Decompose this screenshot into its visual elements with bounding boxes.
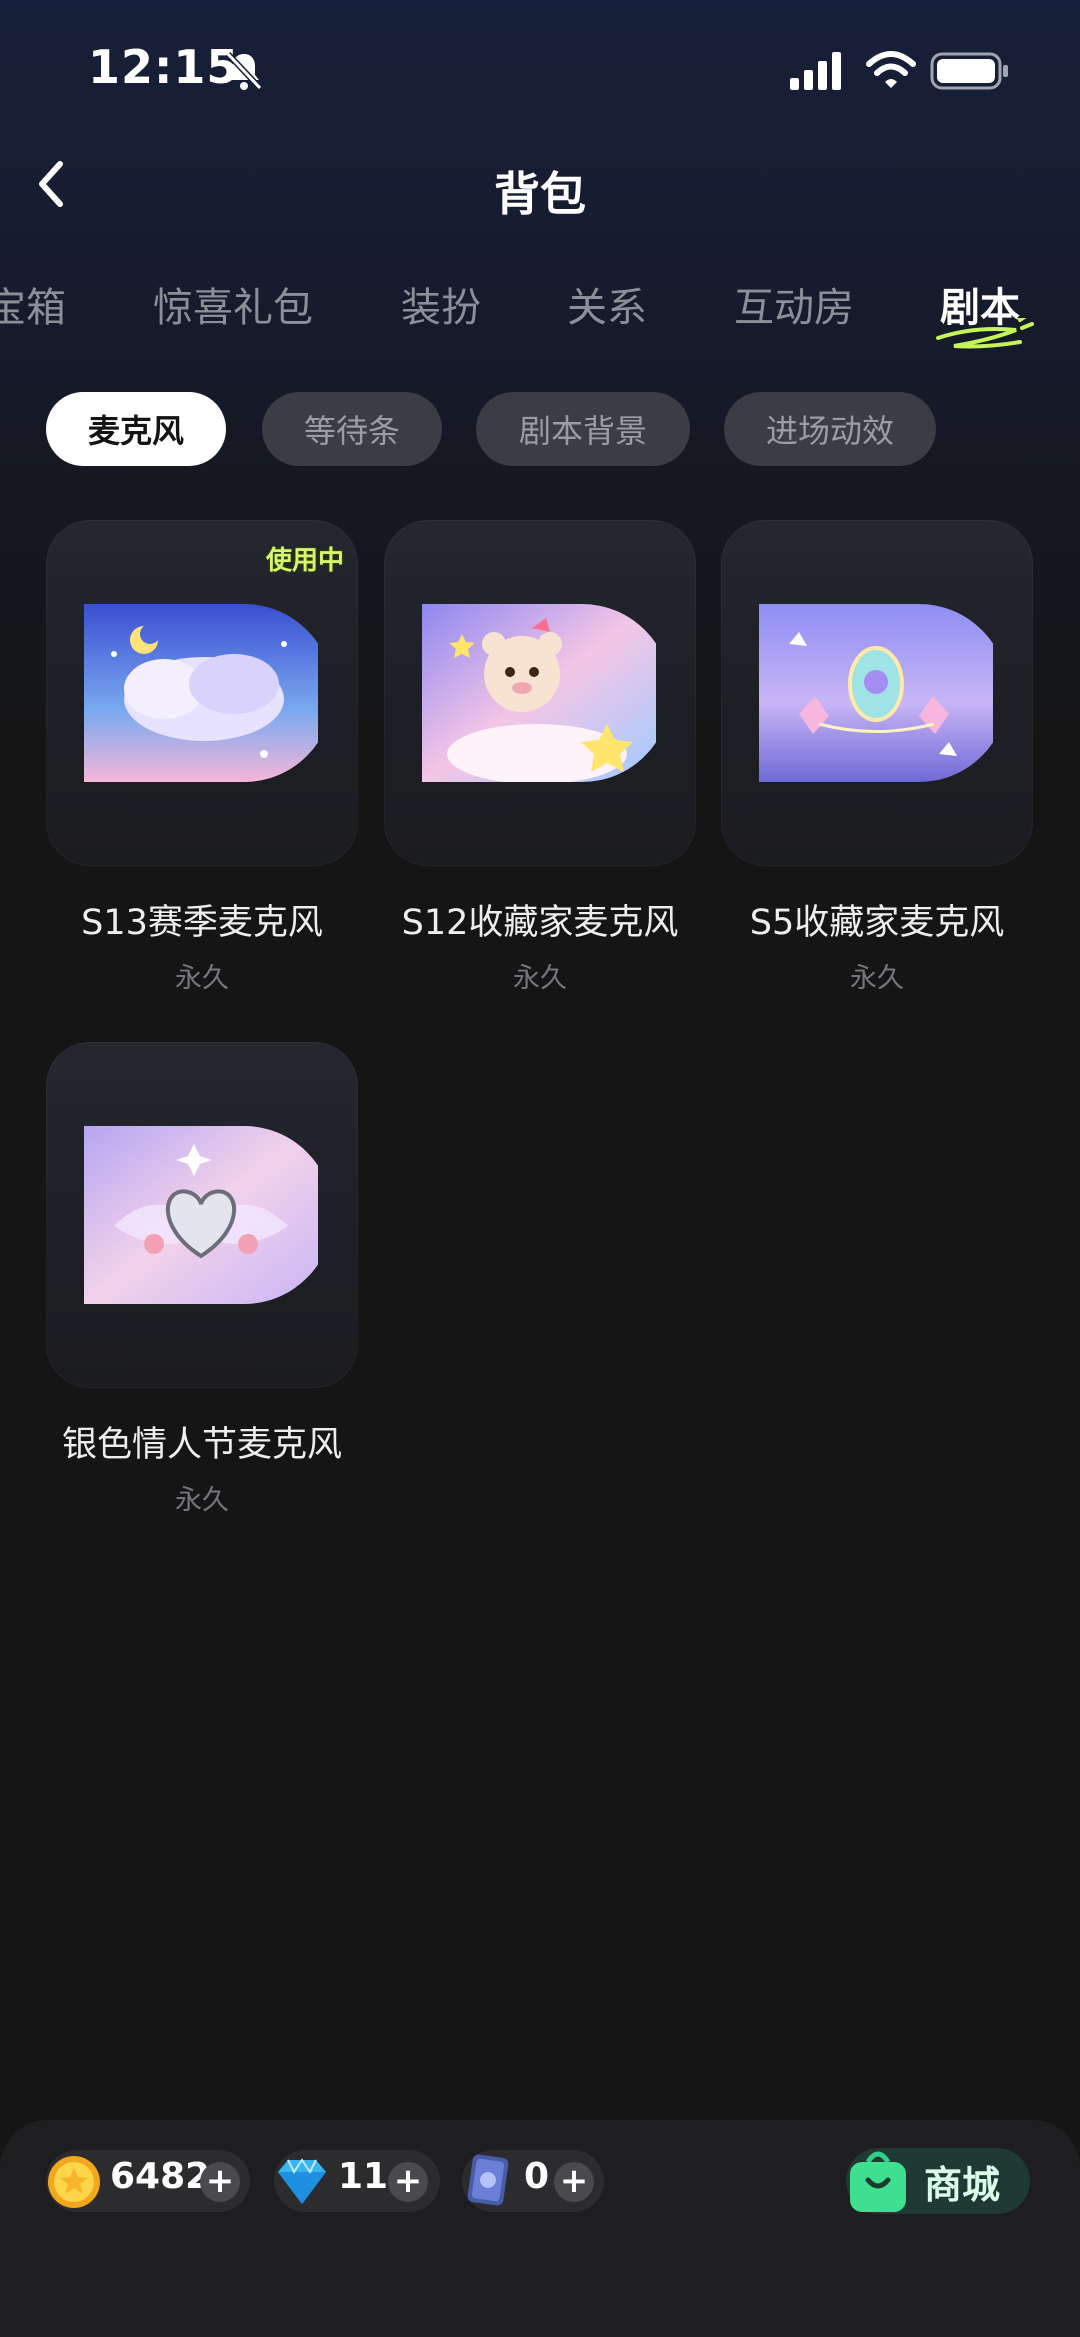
mic-skin-silver-heart-image bbox=[84, 1126, 318, 1304]
item-duration: 永久 bbox=[513, 963, 567, 994]
item-duration: 永久 bbox=[175, 1485, 229, 1516]
tab-outfit[interactable]: 装扮 bbox=[401, 275, 481, 333]
bell-muted-icon bbox=[225, 51, 263, 91]
item-duration: 永久 bbox=[850, 963, 904, 994]
shop-label: 商城 bbox=[924, 2163, 1001, 2207]
chip-microphone[interactable]: 麦克风 bbox=[46, 392, 226, 466]
mic-skin-bear-image bbox=[422, 604, 656, 782]
category-tabs: 宝箱 惊喜礼包 装扮 关系 互动房 剧本 bbox=[0, 275, 1080, 345]
card-amount: 0 bbox=[524, 2156, 550, 2197]
tab-surprise-pack[interactable]: 惊喜礼包 bbox=[153, 275, 313, 333]
active-tab-squiggle-icon bbox=[936, 318, 1034, 349]
add-cards-button[interactable]: + bbox=[554, 2162, 594, 2202]
tab-relationship[interactable]: 关系 bbox=[567, 275, 647, 333]
status-time: 12:15 bbox=[88, 40, 240, 94]
item-name: 银色情人节麦克风 bbox=[61, 1425, 342, 1465]
item-name: S12收藏家麦克风 bbox=[401, 903, 679, 943]
diamond-amount: 11 bbox=[338, 2156, 389, 2197]
item-card[interactable] bbox=[721, 520, 1033, 866]
item-card[interactable] bbox=[384, 520, 696, 866]
item-duration: 永久 bbox=[175, 963, 229, 994]
add-coins-button[interactable]: + bbox=[200, 2162, 240, 2202]
mic-skin-crystal-image bbox=[759, 604, 993, 782]
tab-interactive-room[interactable]: 互动房 bbox=[734, 275, 854, 333]
item-name: S13赛季麦克风 bbox=[81, 903, 323, 943]
diamond-icon bbox=[278, 2158, 326, 2204]
add-diamonds-button[interactable]: + bbox=[388, 2162, 428, 2202]
ticket-card-icon bbox=[467, 2154, 509, 2206]
coin-amount: 6482 bbox=[110, 2156, 211, 2197]
chip-script-background[interactable]: 剧本背景 bbox=[476, 392, 690, 466]
item-name: S5收藏家麦克风 bbox=[749, 903, 1005, 943]
battery-icon bbox=[930, 52, 1008, 90]
mic-skin-cloud-image bbox=[84, 604, 318, 782]
item-card[interactable]: 使用中 bbox=[46, 520, 358, 866]
item-card[interactable] bbox=[46, 1042, 358, 1388]
wifi-icon bbox=[866, 51, 916, 88]
page-title: 背包 bbox=[494, 167, 586, 221]
gold-coin-icon bbox=[48, 2156, 100, 2208]
chip-waiting-bar[interactable]: 等待条 bbox=[262, 392, 442, 466]
tab-treasure-box[interactable]: 宝箱 bbox=[0, 275, 66, 333]
chip-entrance-effect[interactable]: 进场动效 bbox=[724, 392, 936, 466]
shopping-bag-icon bbox=[850, 2151, 906, 2212]
cellular-signal-icon bbox=[790, 52, 841, 90]
in-use-badge: 使用中 bbox=[265, 546, 344, 576]
